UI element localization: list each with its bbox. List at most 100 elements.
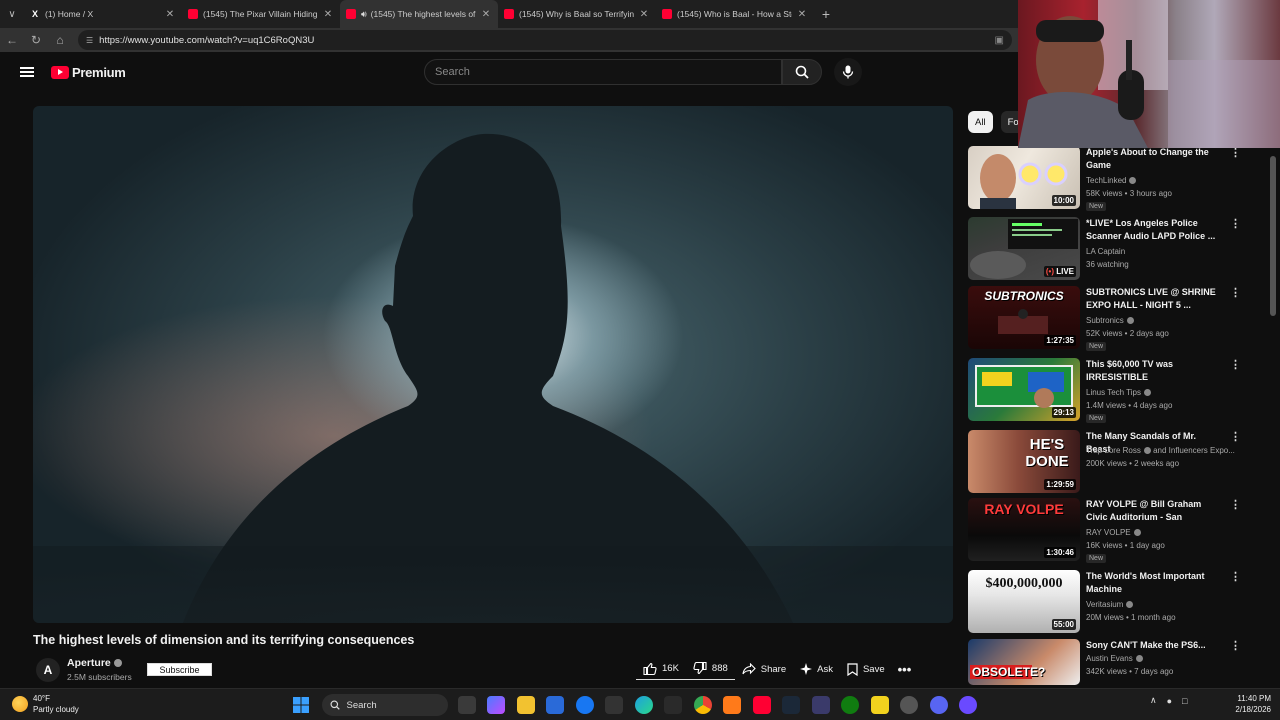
rec-title[interactable]: This $60,000 TV was IRRESISTIBLE <box>1086 358 1221 384</box>
windows-start-icon[interactable] <box>292 696 310 714</box>
weather-widget[interactable]: 40°F Partly cloudy <box>12 693 79 715</box>
menu-icon[interactable] <box>20 67 34 77</box>
tab-list-chevron-icon[interactable]: ∨ <box>0 0 24 28</box>
new-tab-button[interactable]: + <box>814 6 838 22</box>
share-button[interactable]: Share <box>735 658 793 680</box>
rec-title[interactable]: Sony CAN'T Make the PS6... <box>1086 639 1221 652</box>
scrollbar-thumb[interactable] <box>1270 156 1276 316</box>
rec-channel[interactable]: Veritasium <box>1086 600 1134 609</box>
recommendation-item[interactable]: LIVE *LIVE* Los Angeles Police Scanner A… <box>968 217 1248 283</box>
channel-avatar[interactable]: A <box>36 658 60 682</box>
taskbar-search[interactable]: Search <box>321 694 448 716</box>
rec-channel[interactable]: TechLinked <box>1086 176 1137 185</box>
more-vert-icon[interactable]: ⋮ <box>1230 572 1241 583</box>
clock[interactable]: 11:40 PM 2/18/2026 <box>1225 693 1271 715</box>
wifi-icon[interactable]: □ <box>1182 696 1187 706</box>
steam-icon[interactable] <box>782 696 800 714</box>
close-tab-icon[interactable]: ✕ <box>322 9 334 20</box>
tab-highest-levels[interactable]: 🔊︎ (1545) The highest levels of d ✕ <box>340 0 498 28</box>
facebook-icon[interactable] <box>575 696 594 714</box>
channel-name-wrap[interactable]: Aperture <box>67 657 122 669</box>
youtube-app-icon[interactable] <box>752 696 771 714</box>
rec-channel[interactable]: Linus Tech Tips <box>1086 388 1151 397</box>
more-vert-icon[interactable]: ⋮ <box>1230 360 1241 371</box>
tab-baal-terrifying[interactable]: (1545) Why is Baal so Terrifying? - ✕ <box>498 1 656 27</box>
tab-pixar-villain[interactable]: (1545) The Pixar Villain Hiding in A ✕ <box>182 1 340 27</box>
more-vert-icon[interactable]: ⋮ <box>1230 219 1241 230</box>
recommendation-item[interactable]: 10:00 Apple's About to Change the Game T… <box>968 146 1248 212</box>
more-vert-icon[interactable]: ⋮ <box>1230 641 1241 652</box>
settings-icon[interactable] <box>900 696 918 714</box>
copilot-icon[interactable] <box>487 696 505 714</box>
home-icon[interactable]: ⌂ <box>48 28 72 52</box>
microsoft-store-icon[interactable] <box>546 696 564 714</box>
location-icon[interactable]: ● <box>1167 696 1172 706</box>
search-input[interactable]: Search <box>424 59 782 85</box>
channel-name[interactable]: Aperture <box>67 657 111 669</box>
site-info-icon[interactable]: ☰ <box>86 36 93 45</box>
more-actions-icon[interactable]: ••• <box>892 658 918 680</box>
search-button[interactable] <box>782 59 822 85</box>
voice-search-button[interactable] <box>834 58 862 86</box>
video-thumbnail[interactable]: 10:00 <box>968 146 1080 209</box>
sticky-notes-icon[interactable] <box>870 696 889 714</box>
rec-title[interactable]: *LIVE* Los Angeles Police Scanner Audio … <box>1086 217 1221 243</box>
discord-icon[interactable] <box>929 696 948 714</box>
recommendation-item[interactable]: OBSOLETE? Sony CAN'T Make the PS6... Aus… <box>968 639 1248 685</box>
amazon-icon[interactable] <box>605 696 623 714</box>
file-explorer-icon[interactable] <box>516 696 535 714</box>
more-vert-icon[interactable]: ⋮ <box>1230 288 1241 299</box>
tab-who-is-baal[interactable]: (1545) Who is Baal - How a Storm ✕ <box>656 1 814 27</box>
url-field[interactable]: ☰ https://www.youtube.com/watch?v=uq1C6R… <box>78 30 1012 50</box>
task-view-icon[interactable] <box>457 696 476 714</box>
video-player[interactable] <box>33 106 953 623</box>
video-thumbnail[interactable]: HE'S DONE 1:29:59 <box>968 430 1080 493</box>
speaker-icon[interactable]: 🔊︎ <box>361 9 367 20</box>
youtube-premium-logo[interactable]: Premium <box>51 65 126 80</box>
video-thumbnail[interactable]: SUBTRONICS 1:27:35 <box>968 286 1080 349</box>
chrome-icon[interactable] <box>693 696 712 714</box>
dislike-button[interactable]: 888 <box>686 658 735 680</box>
subscribe-button[interactable]: Subscribe <box>147 663 212 676</box>
reload-icon[interactable]: ↻ <box>24 28 48 52</box>
calculator-icon[interactable] <box>664 696 682 714</box>
ask-button[interactable]: Ask <box>793 658 840 680</box>
save-button[interactable]: Save <box>840 658 892 680</box>
more-vert-icon[interactable]: ⋮ <box>1230 148 1241 159</box>
rec-title[interactable]: SUBTRONICS LIVE @ SHRINE EXPO HALL - NIG… <box>1086 286 1221 312</box>
split-screen-icon[interactable]: ▣ <box>995 35 1004 46</box>
back-arrow-icon[interactable]: ← <box>0 28 24 52</box>
more-vert-icon[interactable]: ⋮ <box>1230 432 1241 443</box>
chip-all[interactable]: All <box>968 111 993 133</box>
rec-channel[interactable]: Subtronics <box>1086 316 1134 325</box>
rec-channel[interactable]: RAY VOLPE <box>1086 528 1141 537</box>
video-thumbnail[interactable]: RAY VOLPE 1:30:46 <box>968 498 1080 561</box>
tab-home-x[interactable]: X (1) Home / X ✕ <box>24 1 182 27</box>
close-tab-icon[interactable]: ✕ <box>164 9 176 20</box>
recommendation-item[interactable]: HE'S DONE 1:29:59 The Many Scandals of M… <box>968 430 1248 496</box>
recommendation-item[interactable]: $400,000,000 55:00 The World's Most Impo… <box>968 570 1248 636</box>
video-thumbnail[interactable]: OBSOLETE? <box>968 639 1080 685</box>
recommendation-item[interactable]: RAY VOLPE 1:30:46 RAY VOLPE @ Bill Graha… <box>968 498 1248 564</box>
sidebar-scrollbar[interactable] <box>1270 146 1276 681</box>
close-tab-icon[interactable]: ✕ <box>796 9 808 20</box>
rec-channel[interactable]: Trap Lore Ross and Influencers Expo... <box>1086 446 1235 455</box>
recommendation-item[interactable]: 29:13 This $60,000 TV was IRRESISTIBLE L… <box>968 358 1248 424</box>
video-thumbnail[interactable]: 29:13 <box>968 358 1080 421</box>
recommendation-item[interactable]: SUBTRONICS 1:27:35 SUBTRONICS LIVE @ SHR… <box>968 286 1248 352</box>
rec-channel[interactable]: Austin Evans <box>1086 654 1143 663</box>
chevron-up-icon[interactable]: ∧ <box>1150 695 1157 706</box>
video-thumbnail[interactable]: $400,000,000 55:00 <box>968 570 1080 633</box>
xbox-icon[interactable] <box>841 696 859 714</box>
rec-title[interactable]: The World's Most Important Machine <box>1086 570 1221 596</box>
obs-icon[interactable] <box>959 696 977 714</box>
close-tab-icon[interactable]: ✕ <box>480 9 492 20</box>
rec-title[interactable]: Apple's About to Change the Game <box>1086 146 1221 172</box>
edge-icon[interactable] <box>634 696 653 714</box>
app-icon[interactable] <box>811 696 830 714</box>
video-thumbnail[interactable]: LIVE <box>968 217 1080 280</box>
more-vert-icon[interactable]: ⋮ <box>1230 500 1241 511</box>
like-button[interactable]: 16K <box>636 658 686 680</box>
rec-channel[interactable]: LA Captain <box>1086 247 1125 256</box>
close-tab-icon[interactable]: ✕ <box>638 9 650 20</box>
